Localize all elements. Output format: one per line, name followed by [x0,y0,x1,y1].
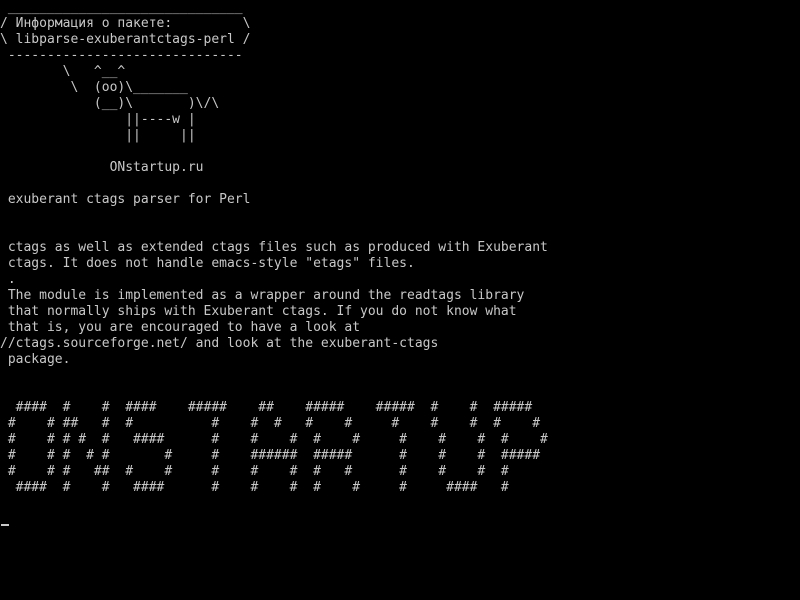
cow-art-line: ||----w | [0,112,196,127]
banner-art-line: # # # # # # # ###### ##### # # # ##### [0,448,541,463]
text-cursor [1,524,9,526]
terminal-screen[interactable]: ______________________________ / Информа… [0,0,800,600]
cowsay-bubble-top: ______________________________ [0,0,243,15]
cow-art-line: (__)\ )\/\ [0,96,220,111]
banner-art-line: #### # # #### ##### ## ##### ##### # # #… [0,400,533,415]
description-line: ctags. It does not handle emacs-style "e… [0,256,415,271]
banner-art-line: # # # ## # # # # # # # # # # # [0,464,509,479]
description-line: that normally ships with Exuberant ctags… [0,304,517,319]
description-line: package. [0,352,71,367]
description-line: //ctags.sourceforge.net/ and look at the… [0,336,439,351]
cowsay-bubble-title: / Информация о пакете: \ [0,16,251,31]
cowsay-bubble-package: \ libparse-exuberantctags-perl / [0,32,251,47]
site-credit: ONstartup.ru [0,160,204,175]
description-line: ctags as well as extended ctags files su… [0,240,548,255]
banner-art-line: #### # # #### # # # # # # #### # [0,480,509,495]
banner-art-line: # # # # # #### # # # # # # # # # # [0,432,548,447]
package-summary: exuberant ctags parser for Perl [0,192,251,207]
description-line: The module is implemented as a wrapper a… [0,288,525,303]
description-line: that is, you are encouraged to have a lo… [0,320,361,335]
banner-art-line: # # ## # # # # # # # # # # # # [0,416,541,431]
description-separator: . [0,272,16,287]
cow-art-line: \ ^__^ [0,64,126,79]
cow-art-line: || || [0,128,196,143]
cow-art-line: \ (oo)\_______ [0,80,188,95]
cowsay-bubble-bottom: ------------------------------ [0,48,243,63]
